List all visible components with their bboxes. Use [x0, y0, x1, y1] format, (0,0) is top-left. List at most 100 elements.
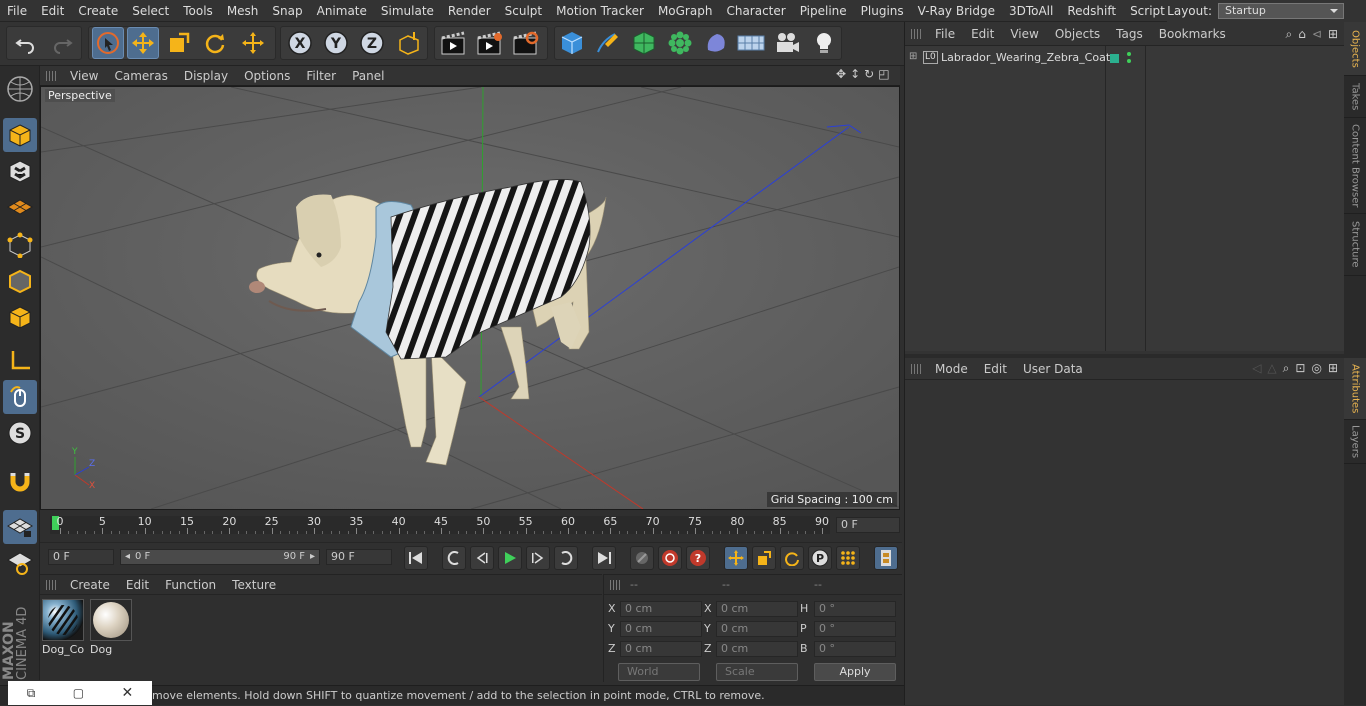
viewport-menu-panel[interactable]: Panel [344, 69, 392, 83]
subdivision-surface-icon[interactable] [628, 27, 660, 59]
attr-new-icon[interactable]: ⊞ [1328, 361, 1338, 376]
play-forward-icon[interactable] [498, 546, 522, 570]
coord-value-field[interactable]: 0 cm [620, 621, 702, 637]
viewport-menu-filter[interactable]: Filter [298, 69, 344, 83]
timeline[interactable]: 0 5 10 15 20 25 30 35 40 45 50 55 60 65 70 75 80 85 90 0 F [40, 510, 902, 542]
tab-layers[interactable]: Layers [1344, 420, 1366, 464]
y-axis-lock-icon[interactable]: Y [320, 27, 352, 59]
floor-scene-icon[interactable] [735, 27, 767, 59]
attr-up-icon[interactable]: △ [1267, 361, 1276, 376]
menu-render[interactable]: Render [441, 4, 498, 18]
material-slot[interactable]: Dog_Co [42, 599, 86, 657]
menu-mesh[interactable]: Mesh [220, 4, 266, 18]
material-menu-create[interactable]: Create [62, 578, 118, 592]
attributes-menu-user-data[interactable]: User Data [1015, 362, 1091, 376]
material-slot[interactable]: Dog [90, 599, 134, 657]
make-editable-icon[interactable] [3, 72, 37, 106]
coord-value-field[interactable]: 0 cm [716, 621, 798, 637]
new-view-icon[interactable]: ⊞ [1328, 27, 1338, 42]
polygons-mode-icon[interactable] [3, 300, 37, 334]
viewport-menu-options[interactable]: Options [236, 69, 298, 83]
object-menu-bookmarks[interactable]: Bookmarks [1151, 27, 1234, 41]
key-position-icon[interactable] [724, 546, 748, 570]
tab-attributes[interactable]: Attributes [1344, 358, 1366, 420]
menu-create[interactable]: Create [71, 4, 125, 18]
previous-frame-icon[interactable] [470, 546, 494, 570]
close-icon[interactable]: ✕ [122, 685, 134, 701]
expand-icon[interactable]: ⊞ [909, 51, 917, 62]
attr-lock-icon[interactable]: ⊡ [1295, 361, 1305, 376]
search-icon[interactable]: ⌕ [1286, 27, 1293, 42]
move-icon[interactable] [127, 27, 159, 59]
menu-file[interactable]: File [0, 4, 34, 18]
key-scale-icon[interactable] [752, 546, 776, 570]
planar-workplane-icon[interactable] [3, 546, 37, 580]
texture-mode-icon[interactable] [3, 154, 37, 188]
viewport-menu-cameras[interactable]: Cameras [106, 69, 175, 83]
keyframe-selection-icon[interactable]: ? [686, 546, 710, 570]
workplane-mode-icon[interactable] [3, 190, 37, 224]
snap-icon[interactable]: S [3, 416, 37, 450]
viewport-maximize-icon[interactable]: ◰ [878, 67, 889, 81]
menu-plugins[interactable]: Plugins [854, 4, 911, 18]
attr-back-icon[interactable]: ◁ [1252, 361, 1261, 376]
menu-pipeline[interactable]: Pipeline [793, 4, 854, 18]
back-icon[interactable]: ⊲ [1312, 27, 1322, 42]
object-menu-file[interactable]: File [927, 27, 963, 41]
next-key-icon[interactable] [554, 546, 578, 570]
object-menu-edit[interactable]: Edit [963, 27, 1002, 41]
render-settings-icon[interactable] [509, 27, 541, 59]
model-mode-icon[interactable] [3, 118, 37, 152]
apply-button[interactable]: Apply [814, 663, 896, 681]
z-axis-lock-icon[interactable]: Z [356, 27, 388, 59]
coord-value-field[interactable]: 0 ° [814, 601, 896, 617]
coord-value-field[interactable]: 0 cm [620, 601, 702, 617]
attr-target-icon[interactable]: ◎ [1311, 361, 1321, 376]
attributes-menu-mode[interactable]: Mode [927, 362, 976, 376]
timeline-window-icon[interactable] [874, 546, 898, 570]
editor-visibility-dot[interactable] [1127, 52, 1131, 56]
tab-objects[interactable]: Objects [1344, 22, 1366, 76]
menu-mograph[interactable]: MoGraph [651, 4, 720, 18]
viewport-move-icon[interactable]: ✥ [836, 67, 846, 81]
x-axis-lock-icon[interactable]: X [284, 27, 316, 59]
material-menu-texture[interactable]: Texture [224, 578, 284, 592]
menu-tools[interactable]: Tools [176, 4, 220, 18]
coord-value-field[interactable]: 0 ° [814, 641, 896, 657]
menu-3dtoall[interactable]: 3DToAll [1002, 4, 1060, 18]
object-menu-objects[interactable]: Objects [1047, 27, 1108, 41]
scale-mode-dropdown[interactable]: Scale [716, 663, 798, 681]
viewport-menu-display[interactable]: Display [176, 69, 236, 83]
rotate-icon[interactable] [199, 27, 231, 59]
menu-redshift[interactable]: Redshift [1060, 4, 1123, 18]
menu-motion-tracker[interactable]: Motion Tracker [549, 4, 651, 18]
viewport-dolly-icon[interactable]: ↕ [850, 67, 860, 81]
scale-icon[interactable] [163, 27, 195, 59]
current-frame-field[interactable]: 0 F [836, 517, 900, 533]
menu-select[interactable]: Select [125, 4, 176, 18]
menu-edit[interactable]: Edit [34, 4, 71, 18]
render-view-icon[interactable] [437, 27, 469, 59]
key-pla-icon[interactable] [836, 546, 860, 570]
menu-snap[interactable]: Snap [265, 4, 309, 18]
edges-mode-icon[interactable] [3, 264, 37, 298]
cube-primitive-icon[interactable] [556, 27, 588, 59]
light-icon[interactable] [808, 27, 840, 59]
redo-icon[interactable] [46, 27, 78, 59]
layer-color-tag[interactable] [1110, 54, 1119, 63]
end-frame-field[interactable]: 90 F [326, 549, 392, 565]
object-name[interactable]: Labrador_Wearing_Zebra_Coat [941, 51, 1110, 64]
undo-icon[interactable] [10, 27, 42, 59]
go-to-start-icon[interactable] [404, 546, 428, 570]
key-parameter-icon[interactable]: P [808, 546, 832, 570]
attr-search-icon[interactable]: ⌕ [1283, 361, 1290, 376]
tab-takes[interactable]: Takes [1344, 76, 1366, 118]
app-restore-icon[interactable]: ⧉ [27, 686, 36, 701]
home-icon[interactable]: ⌂ [1298, 27, 1306, 42]
record-disabled-icon[interactable] [630, 546, 654, 570]
menu-animate[interactable]: Animate [310, 4, 374, 18]
perspective-viewport[interactable]: Perspective Grid Spacing : 100 cm Y Z X [40, 86, 900, 510]
minimize-icon[interactable]: ▢ [73, 686, 84, 700]
live-selection-icon[interactable] [92, 27, 124, 59]
magnet-icon[interactable] [3, 464, 37, 498]
